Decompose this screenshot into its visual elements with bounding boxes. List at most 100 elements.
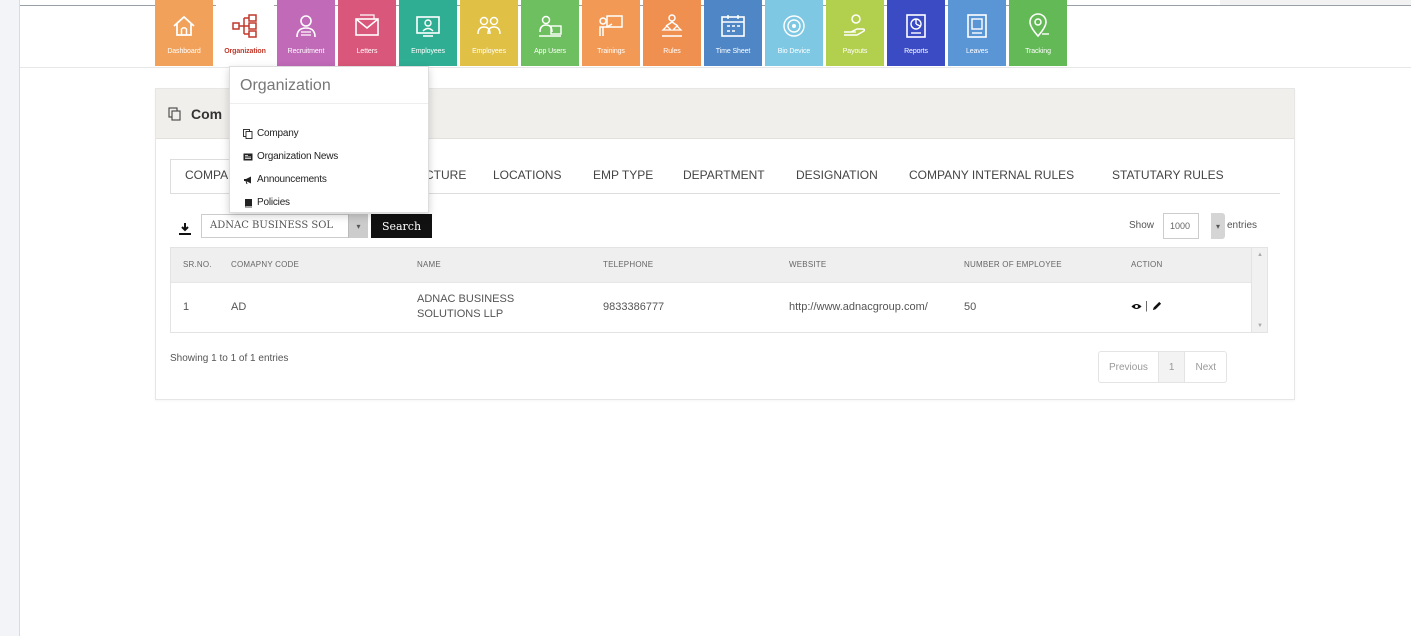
module-bio-device[interactable]: Bio Device <box>765 0 823 66</box>
company-select[interactable]: ADNAC BUSINESS SOL <box>201 214 368 238</box>
pagination: Previous 1 Next <box>1098 351 1228 383</box>
module-leaves[interactable]: Leaves <box>948 0 1006 66</box>
cell-website: http://www.adnacgroup.com/ <box>777 281 952 332</box>
download-icon[interactable] <box>178 222 192 236</box>
table-info: Showing 1 to 1 of 1 entries <box>170 353 289 364</box>
tab-designation[interactable]: DESIGNATION <box>796 168 878 182</box>
menu-item-announcements[interactable]: Announcements <box>230 168 428 191</box>
module-dashboard[interactable]: Dashboard <box>155 0 213 66</box>
col-company-code[interactable]: COMAPNY CODE <box>219 248 405 282</box>
next-button[interactable]: Next <box>1185 352 1226 382</box>
page-size-chevron-icon[interactable]: ▾ <box>1211 213 1225 239</box>
col-telephone[interactable]: TELEPHONE <box>591 248 777 282</box>
scroll-up-icon[interactable]: ▲ <box>1257 252 1263 258</box>
previous-button[interactable]: Previous <box>1099 352 1158 382</box>
module-app-users[interactable]: App Users <box>521 0 579 66</box>
recruitment-icon <box>296 15 316 38</box>
table-row: 1 AD ADNAC BUSINESS SOLUTIONS LLP 983338… <box>171 281 1253 332</box>
table-header-row: SR.NO. COMAPNY CODE NAME TELEPHONE WEBSI… <box>171 248 1253 282</box>
tab-locations[interactable]: LOCATIONS <box>493 168 561 182</box>
tab-structure[interactable]: CTURE <box>425 168 466 182</box>
module-label: Reports <box>904 48 928 55</box>
col-website[interactable]: WEBSITE <box>777 248 952 282</box>
table-scrollbar[interactable]: ▲ ▼ <box>1251 248 1267 332</box>
book-icon <box>245 198 252 207</box>
organization-dropdown: Organization Company Organization News A… <box>229 66 429 213</box>
chevron-down-icon[interactable]: ▾ <box>348 214 368 238</box>
module-label: Dashboard <box>167 48 201 55</box>
module-label: Trainings <box>597 48 625 55</box>
employees-icon <box>416 16 440 37</box>
module-label: Rules <box>663 48 681 55</box>
module-label: Employees <box>411 48 445 55</box>
module-recruitment[interactable]: Recruitment <box>277 0 335 66</box>
org-chart-icon <box>232 14 257 38</box>
col-sr-no[interactable]: SR.NO. <box>171 248 219 282</box>
newspaper-icon <box>243 153 253 160</box>
col-action: ACTION <box>1119 248 1253 282</box>
copy-icon <box>243 128 253 139</box>
menu-item-label: Company <box>257 128 299 139</box>
menu-item-organization-news[interactable]: Organization News <box>230 145 428 168</box>
company-table: SR.NO. COMAPNY CODE NAME TELEPHONE WEBSI… <box>171 248 1253 332</box>
module-payouts[interactable]: Payouts <box>826 0 884 66</box>
tab-department[interactable]: DEPARTMENT <box>683 168 765 182</box>
leaves-icon <box>967 14 987 38</box>
pencil-icon[interactable] <box>1151 301 1162 312</box>
fingerprint-icon <box>783 15 805 37</box>
tab-statutary-rules[interactable]: STATUTARY RULES <box>1112 168 1224 182</box>
col-number-of-employee[interactable]: NUMBER OF EMPLOYEE <box>952 248 1119 282</box>
col-name[interactable]: NAME <box>405 248 591 282</box>
tab-company-internal-rules[interactable]: COMPANY INTERNAL RULES <box>909 168 1074 182</box>
home-icon <box>173 15 195 36</box>
dropdown-items: Company Organization News Announcements … <box>230 104 428 214</box>
eye-icon[interactable] <box>1131 301 1142 312</box>
cell-sr-no: 1 <box>171 281 219 332</box>
cell-name: ADNAC BUSINESS SOLUTIONS LLP <box>405 281 591 332</box>
panel-title: Com <box>191 105 223 122</box>
module-employees[interactable]: Employees <box>399 0 457 66</box>
module-label: Payouts <box>842 48 868 55</box>
cell-action: | <box>1119 281 1253 332</box>
module-trainings[interactable]: Trainings <box>582 0 640 66</box>
page-size-select[interactable]: 1000 <box>1163 213 1199 239</box>
module-time-sheet[interactable]: Time Sheet <box>704 0 762 66</box>
module-label: Employees <box>472 48 506 55</box>
table-toolbar: ADNAC BUSINESS SOL ▾ Search Show 1000 ▾ … <box>156 213 1296 239</box>
menu-item-policies[interactable]: Policies <box>230 191 428 214</box>
menu-item-label: Policies <box>257 197 290 208</box>
search-button[interactable]: Search <box>371 214 432 238</box>
name-line-1: ADNAC BUSINESS <box>417 293 515 306</box>
megaphone-icon <box>244 176 251 184</box>
module-label: App Users <box>534 48 566 55</box>
company-table-wrap: SR.NO. COMAPNY CODE NAME TELEPHONE WEBSI… <box>170 247 1268 333</box>
page-1-button[interactable]: 1 <box>1157 352 1186 382</box>
action-separator: | <box>1145 300 1148 312</box>
module-employees-group[interactable]: Employees <box>460 0 518 66</box>
copy-icon <box>168 106 181 121</box>
module-letters[interactable]: Letters <box>338 0 396 66</box>
app-users-icon <box>539 15 562 37</box>
module-label: Organization <box>224 48 266 55</box>
entries-label: entries <box>1227 220 1258 231</box>
module-label: Bio Device <box>777 48 811 55</box>
module-label: Time Sheet <box>715 48 751 55</box>
show-label: Show <box>1129 220 1155 231</box>
module-label: Recruitment <box>287 48 325 55</box>
tab-emp-type[interactable]: EMP TYPE <box>593 168 653 182</box>
dropdown-title: Organization <box>230 67 428 104</box>
cell-employees: 50 <box>952 281 1119 332</box>
menu-item-company[interactable]: Company <box>230 122 428 145</box>
employees-group-icon <box>477 16 501 35</box>
scroll-down-icon[interactable]: ▼ <box>1257 323 1263 329</box>
rules-icon <box>661 14 683 37</box>
module-nav: Dashboard Organization Recruitment Lette… <box>155 0 1070 66</box>
module-tracking[interactable]: Tracking <box>1009 0 1067 66</box>
module-label: Leaves <box>966 48 988 55</box>
module-rules[interactable]: Rules <box>643 0 701 66</box>
module-organization[interactable]: Organization <box>216 0 274 66</box>
cell-company-code: AD <box>219 281 405 332</box>
module-reports[interactable]: Reports <box>887 0 945 66</box>
tab-company[interactable]: COMPA <box>185 168 228 182</box>
training-icon <box>599 15 623 36</box>
